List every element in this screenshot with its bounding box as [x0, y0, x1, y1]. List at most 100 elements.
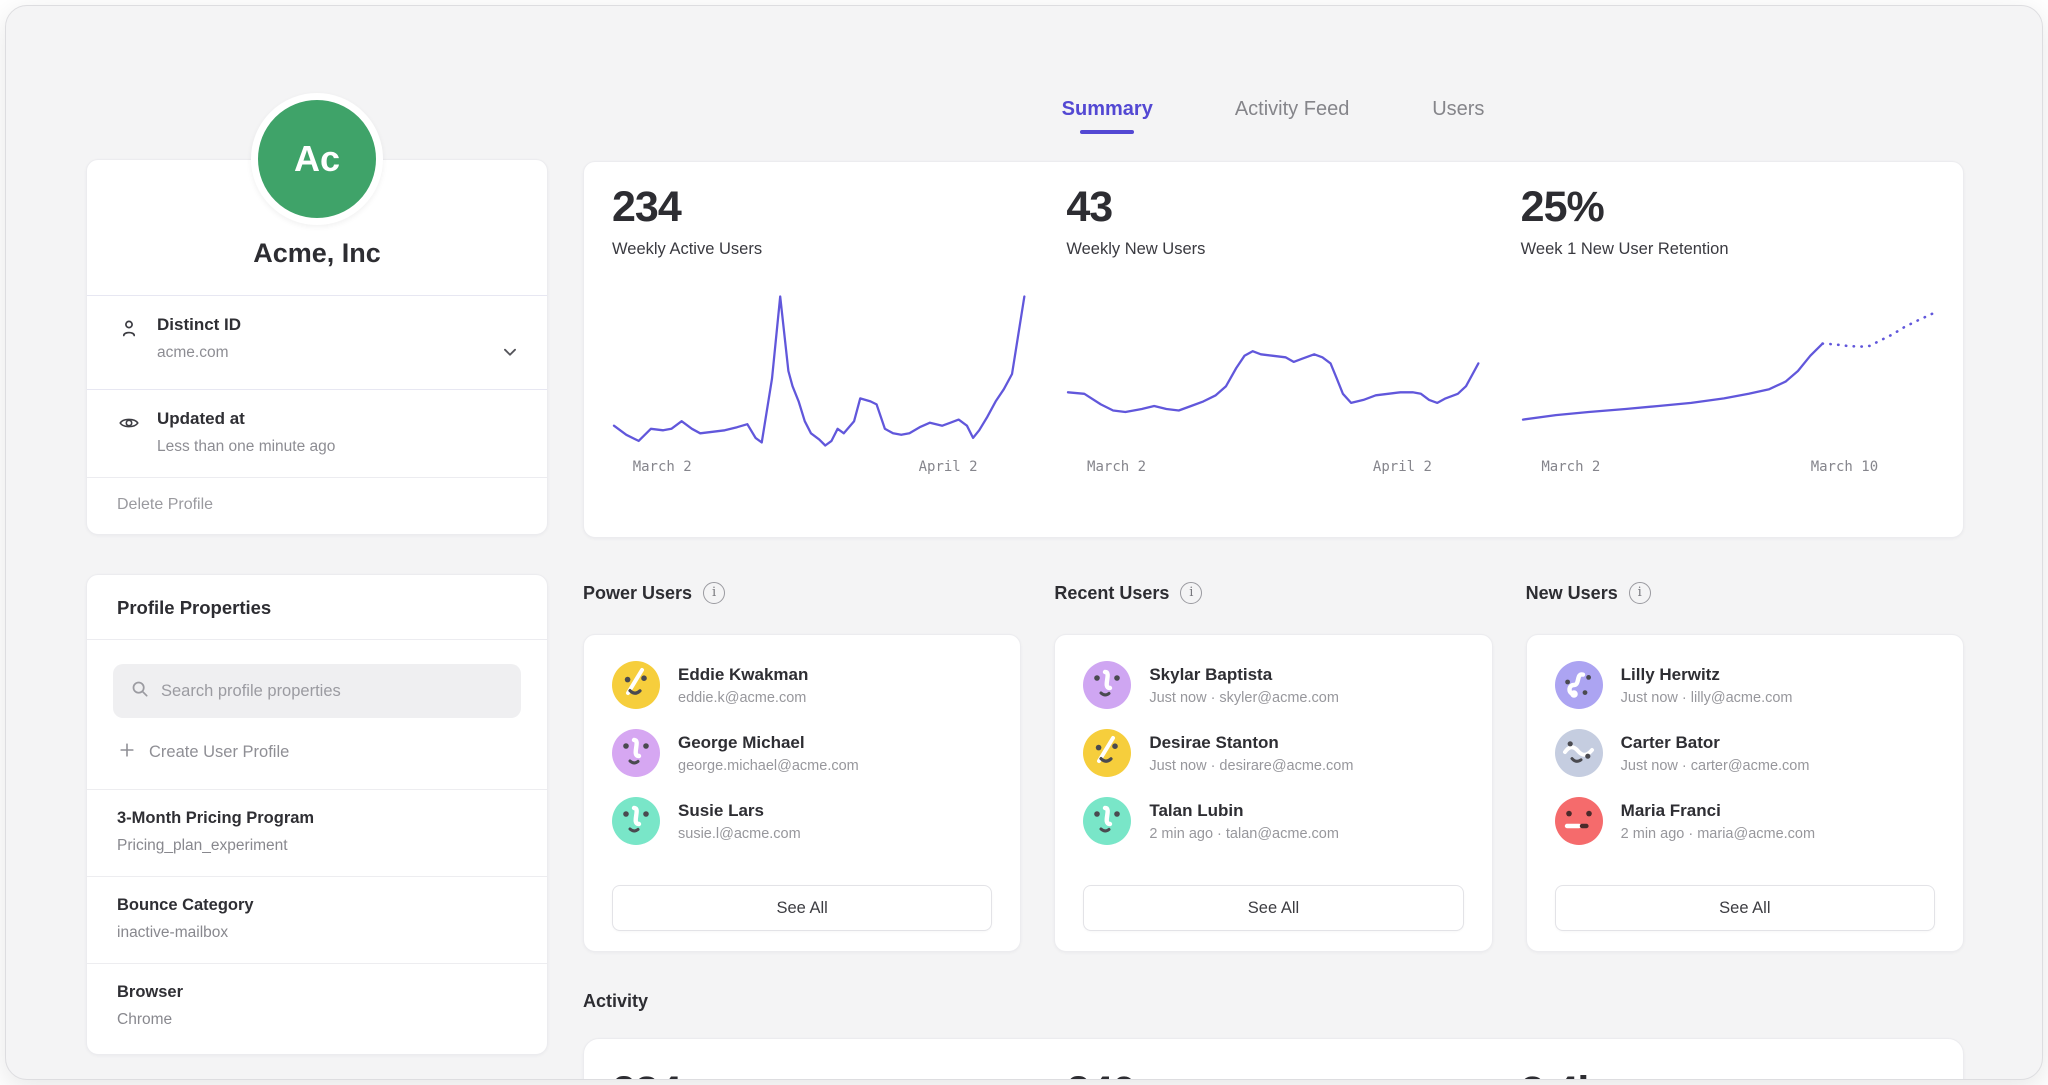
property-value: inactive-mailbox [117, 924, 517, 942]
property-name: Browser [117, 983, 517, 1002]
user-subtitle: eddie.k@acme.com [678, 690, 808, 706]
eye-icon [117, 409, 157, 440]
chevron-down-icon[interactable] [499, 315, 521, 368]
list-item[interactable]: Lilly Herwitz Just now · lilly@acme.com [1555, 661, 1935, 709]
avatar [612, 661, 660, 709]
user-subtitle: 2 min ago · maria@acme.com [1621, 826, 1815, 842]
distinct-id-label: Distinct ID [157, 315, 499, 335]
x-axis-tick-label: March 2 [1541, 459, 1600, 475]
list-item[interactable]: Carter Bator Just now · carter@acme.com [1555, 729, 1935, 777]
tab-users-label: Users [1432, 98, 1484, 120]
search-profile-properties[interactable] [113, 664, 521, 718]
list-item[interactable]: Skylar Baptista Just now · skyler@acme.c… [1083, 661, 1463, 709]
avatar [1555, 661, 1603, 709]
avatar [612, 797, 660, 845]
x-axis-tick-label: April 2 [919, 459, 978, 475]
list-item[interactable]: Eddie Kwakman eddie.k@acme.com [612, 661, 992, 709]
active-tab-underline [1080, 130, 1134, 134]
see-all-button[interactable]: See All [1555, 885, 1935, 931]
x-axis-ticks: March 2 April 2 [1066, 459, 1480, 479]
profile-properties-title: Profile Properties [87, 575, 547, 639]
stat-weekly-active-users: 234 Weekly Active Users March 2 April 2 [612, 184, 1026, 515]
avatar [1083, 797, 1131, 845]
tab-users[interactable]: Users [1431, 98, 1485, 134]
power-users-section: Power Users i Eddie Kwakman eddie.k@acme… [583, 578, 1021, 952]
company-avatar-initials: Ac [294, 138, 340, 180]
user-subtitle: Just now · carter@acme.com [1621, 758, 1810, 774]
person-icon [117, 315, 157, 346]
x-axis-tick-label: March 2 [633, 459, 692, 475]
profile-properties-body: Create User Profile [87, 639, 547, 789]
activity-stat: 240 [1066, 1069, 1480, 1080]
stat-week1-retention: 25% Week 1 New User Retention March 2Mar… [1521, 184, 1935, 515]
info-icon[interactable]: i [1180, 582, 1202, 604]
property-value: Pricing_plan_experiment [117, 837, 517, 855]
property-row[interactable]: 3-Month Pricing Program Pricing_plan_exp… [87, 789, 547, 876]
x-axis-tick-label: April 2 [1373, 459, 1432, 475]
list-item[interactable]: George Michael george.michael@acme.com [612, 729, 992, 777]
list-item[interactable]: Susie Lars susie.l@acme.com [612, 797, 992, 845]
delete-profile-button[interactable]: Delete Profile [87, 477, 547, 534]
user-sections: Power Users i Eddie Kwakman eddie.k@acme… [583, 578, 1964, 952]
user-name: Maria Franci [1621, 801, 1815, 821]
power-users-card: Eddie Kwakman eddie.k@acme.com George Mi… [583, 634, 1021, 952]
recent-users-card: Skylar Baptista Just now · skyler@acme.c… [1054, 634, 1492, 952]
week1-retention-sparkline [1521, 287, 1935, 455]
tab-activity-feed[interactable]: Activity Feed [1235, 98, 1349, 134]
stat-label: Weekly New Users [1066, 240, 1480, 259]
user-subtitle: 2 min ago · talan@acme.com [1149, 826, 1339, 842]
see-all-button[interactable]: See All [1083, 885, 1463, 931]
updated-at-value: Less than one minute ago [157, 438, 521, 456]
user-name: Carter Bator [1621, 733, 1810, 753]
create-user-profile-label: Create User Profile [149, 743, 289, 762]
company-avatar: Ac [251, 93, 383, 225]
activity-stat: 3.4k [1521, 1069, 1935, 1080]
distinct-id-row: Distinct ID acme.com [87, 295, 547, 389]
weekly-active-users-sparkline [612, 287, 1026, 455]
x-axis-tick-label: March 2 [1087, 459, 1146, 475]
tab-underline-placeholder [1265, 130, 1319, 134]
avatar [612, 729, 660, 777]
see-all-button[interactable]: See All [612, 885, 992, 931]
profile-properties-card: Profile Properties Create User Profile 3… [86, 574, 548, 1055]
tab-summary[interactable]: Summary [1062, 98, 1153, 134]
user-name: Skylar Baptista [1149, 665, 1339, 685]
list-item[interactable]: Desirae Stanton Just now · desirare@acme… [1083, 729, 1463, 777]
activity-section-title: Activity [583, 991, 648, 1012]
section-title: Recent Users [1054, 583, 1169, 604]
property-row[interactable]: Browser Chrome [87, 963, 547, 1050]
user-subtitle: Just now · skyler@acme.com [1149, 690, 1339, 706]
stat-label: Weekly Active Users [612, 240, 1026, 259]
section-title: Power Users [583, 583, 692, 604]
tab-bar: Summary Activity Feed Users [583, 98, 1964, 134]
property-row[interactable]: Bounce Category inactive-mailbox [87, 876, 547, 963]
user-subtitle: Just now · desirare@acme.com [1149, 758, 1353, 774]
list-item[interactable]: Maria Franci 2 min ago · maria@acme.com [1555, 797, 1935, 845]
recent-users-section: Recent Users i Skylar Baptista Just now … [1054, 578, 1492, 952]
main-content: Summary Activity Feed Users 234 Weekly A… [583, 6, 1964, 1079]
info-icon[interactable]: i [1629, 582, 1651, 604]
plus-icon [117, 740, 137, 765]
user-name: Eddie Kwakman [678, 665, 808, 685]
list-item[interactable]: Talan Lubin 2 min ago · talan@acme.com [1083, 797, 1463, 845]
stat-value: 25% [1521, 184, 1935, 231]
new-users-section: New Users i Lilly Herwitz Just now · lil… [1526, 578, 1964, 952]
summary-stats-card: 234 Weekly Active Users March 2 April 2 4… [583, 161, 1964, 538]
user-name: Lilly Herwitz [1621, 665, 1793, 685]
stat-value: 234 [612, 184, 1026, 231]
new-users-card: Lilly Herwitz Just now · lilly@acme.com … [1526, 634, 1964, 952]
stat-weekly-new-users: 43 Weekly New Users March 2 April 2 [1066, 184, 1480, 515]
user-name: Susie Lars [678, 801, 801, 821]
property-value: Chrome [117, 1011, 517, 1029]
avatar [1555, 729, 1603, 777]
avatar [1083, 661, 1131, 709]
property-name: Bounce Category [117, 896, 517, 915]
activity-card: 234 240 3.4k [583, 1038, 1964, 1080]
create-user-profile-button[interactable]: Create User Profile [113, 718, 521, 789]
info-icon[interactable]: i [703, 582, 725, 604]
search-input[interactable] [161, 682, 505, 701]
user-subtitle: Just now · lilly@acme.com [1621, 690, 1793, 706]
stat-value: 43 [1066, 184, 1480, 231]
weekly-new-users-sparkline [1066, 287, 1480, 455]
company-profile-card: Ac Acme, Inc Distinct ID acme.com Update… [86, 159, 548, 535]
